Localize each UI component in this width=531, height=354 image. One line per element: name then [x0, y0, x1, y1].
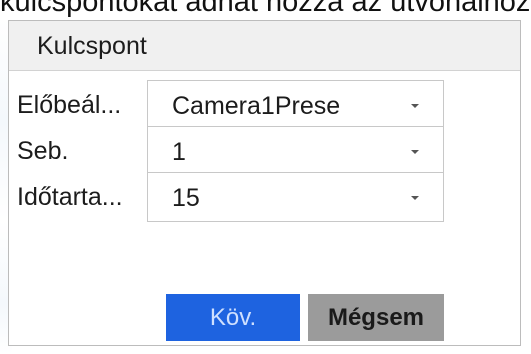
dialog-header: Kulcspont [9, 21, 520, 71]
preset-label: Előbeál... [17, 91, 122, 119]
preset-select-value: Camera1Prese [172, 92, 341, 120]
chevron-down-icon [411, 150, 419, 154]
page: kulcspontokat adhat hozzá az útvonalhoz … [0, 0, 531, 354]
cancel-button[interactable]: Mégsem [308, 294, 444, 341]
next-button[interactable]: Köv. [166, 294, 300, 341]
speed-select[interactable]: 1 [147, 126, 444, 176]
chevron-down-icon [411, 104, 419, 108]
chevron-down-icon [411, 196, 419, 200]
duration-select[interactable]: 15 [147, 172, 444, 222]
keypoint-dialog: Kulcspont Előbeál... Camera1Prese Seb. 1… [8, 20, 521, 346]
speed-label: Seb. [17, 137, 69, 165]
page-heading-partial: kulcspontokat adhat hozzá az útvonalhoz [0, 0, 531, 18]
preset-select[interactable]: Camera1Prese [147, 80, 444, 130]
duration-select-value: 15 [172, 184, 200, 212]
speed-select-value: 1 [172, 138, 186, 166]
dialog-title: Kulcspont [37, 32, 147, 60]
duration-label: Időtarta... [17, 183, 123, 211]
